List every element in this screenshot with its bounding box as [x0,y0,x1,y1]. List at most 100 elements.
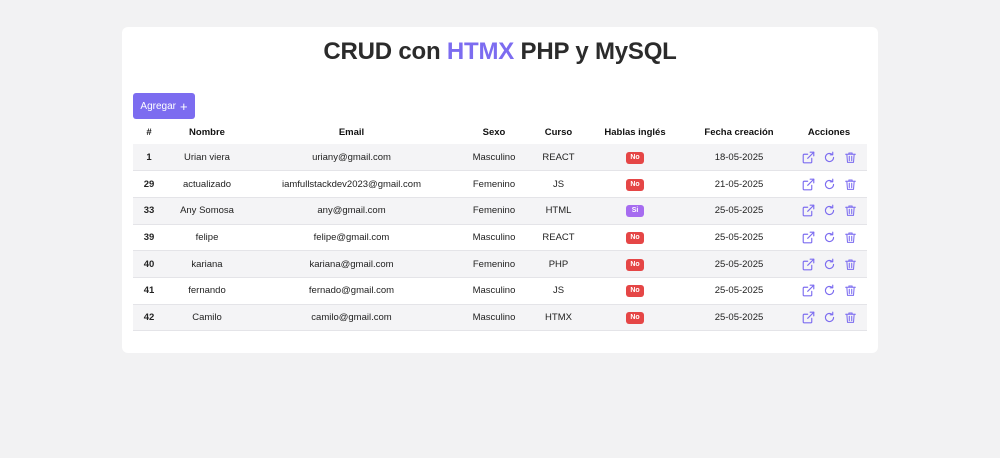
ingles-cell: No [583,144,687,172]
column-header: Curso [544,126,573,138]
nombre-cell: felipe [165,224,249,252]
fecha-cell: 21-05-2025 [687,170,791,198]
email-cell: kariana@gmail.com [249,250,454,278]
title-prefix: CRUD con [323,38,447,65]
nombre-cell: Camilo [165,304,249,332]
id-cell: 41 [133,277,165,305]
table-row: 39 felipe felipe@gmail.com Masculino REACT No… [133,224,867,252]
refresh-icon[interactable] [823,231,836,244]
ingles-badge: Si [626,205,644,218]
fecha-cell: 25-05-2025 [687,197,791,225]
sexo-cell: Femenino [454,197,534,225]
ingles-badge: No [626,231,644,244]
curso-cell: REACT [534,144,583,172]
fecha-cell: 25-05-2025 [687,224,791,252]
ingles-cell: No [583,224,687,252]
curso-cell: JS [534,170,583,198]
trash-icon[interactable] [844,204,857,217]
table-row: 41 fernando fernado@gmail.com Masculino JS No… [133,277,867,305]
column-header: Nombre [189,126,225,138]
ingles-cell: Si [583,197,687,225]
nombre-cell: Any Somosa [165,197,249,225]
refresh-icon[interactable] [823,151,836,164]
external-link-icon[interactable] [802,284,815,297]
curso-cell: JS [534,277,583,305]
fecha-cell: 25-05-2025 [687,277,791,305]
curso-cell: PHP [534,250,583,278]
table-row: 33 Any Somosa any@gmail.com Femenino HTML Si 2… [133,197,867,225]
id-cell: 39 [133,224,165,252]
id-cell: 29 [133,170,165,198]
ingles-badge: No [626,285,644,298]
trash-icon[interactable] [844,311,857,324]
external-link-icon[interactable] [802,178,815,191]
external-link-icon[interactable] [802,258,815,271]
actions-cell [791,224,867,252]
column-header: Acciones [807,126,851,138]
id-cell: 42 [133,304,165,332]
add-button-label: Agregar [140,100,176,112]
refresh-icon[interactable] [823,204,836,217]
fecha-cell: 25-05-2025 [687,250,791,278]
curso-cell: REACT [534,224,583,252]
column-header: Sexo [482,126,506,138]
email-cell: uriany@gmail.com [249,144,454,172]
refresh-icon[interactable] [823,258,836,271]
email-cell: iamfullstackdev2023@gmail.com [249,170,454,198]
external-link-icon[interactable] [802,231,815,244]
refresh-icon[interactable] [823,178,836,191]
trash-icon[interactable] [844,151,857,164]
external-link-icon[interactable] [802,311,815,324]
email-cell: fernado@gmail.com [249,277,454,305]
sexo-cell: Femenino [454,250,534,278]
actions-cell [791,250,867,278]
actions-cell [791,304,867,332]
sexo-cell: Femenino [454,170,534,198]
trash-icon[interactable] [844,284,857,297]
refresh-icon[interactable] [823,284,836,297]
page-title: CRUD con HTMX PHP y MySQL [0,38,1000,66]
email-cell: camilo@gmail.com [249,304,454,332]
external-link-icon[interactable] [802,204,815,217]
actions-cell [791,170,867,198]
column-header: Hablas inglés [604,126,666,138]
external-link-icon[interactable] [802,151,815,164]
actions-cell [791,277,867,305]
nombre-cell: fernando [165,277,249,305]
fecha-cell: 25-05-2025 [687,304,791,332]
trash-icon[interactable] [844,231,857,244]
sexo-cell: Masculino [454,144,534,172]
records-table: # Nombre Email Sexo Curso Hablas inglés Fecha … [133,120,867,332]
sexo-cell: Masculino [454,304,534,332]
table-row: 40 kariana kariana@gmail.com Femenino PHP No 2… [133,250,867,278]
ingles-cell: No [583,170,687,198]
trash-icon[interactable] [844,258,857,271]
ingles-badge: No [626,311,644,324]
ingles-badge: No [626,178,644,191]
actions-cell [791,197,867,225]
table-body: 1 Urian viera uriany@gmail.com Masculino REA… [133,144,867,332]
curso-cell: HTML [534,197,583,225]
ingles-badge: No [626,258,644,271]
fecha-cell: 18-05-2025 [687,144,791,172]
nombre-cell: Urian viera [165,144,249,172]
refresh-icon[interactable] [823,311,836,324]
id-cell: 33 [133,197,165,225]
add-button[interactable]: Agregar + [133,93,195,119]
table-row: 42 Camilo camilo@gmail.com Masculino HTMX No 2… [133,304,867,332]
column-header: # [146,126,152,138]
actions-cell [791,144,867,172]
table-header-row: # Nombre Email Sexo Curso Hablas inglés Fecha … [133,120,867,144]
curso-cell: HTMX [534,304,583,332]
table-row: 1 Urian viera uriany@gmail.com Masculino REA… [133,144,867,172]
email-cell: any@gmail.com [249,197,454,225]
ingles-cell: No [583,277,687,305]
plus-icon: + [179,98,188,114]
nombre-cell: actualizado [165,170,249,198]
nombre-cell: kariana [165,250,249,278]
ingles-cell: No [583,304,687,332]
trash-icon[interactable] [844,178,857,191]
ingles-cell: No [583,250,687,278]
title-suffix: PHP y MySQL [514,38,677,65]
email-cell: felipe@gmail.com [249,224,454,252]
